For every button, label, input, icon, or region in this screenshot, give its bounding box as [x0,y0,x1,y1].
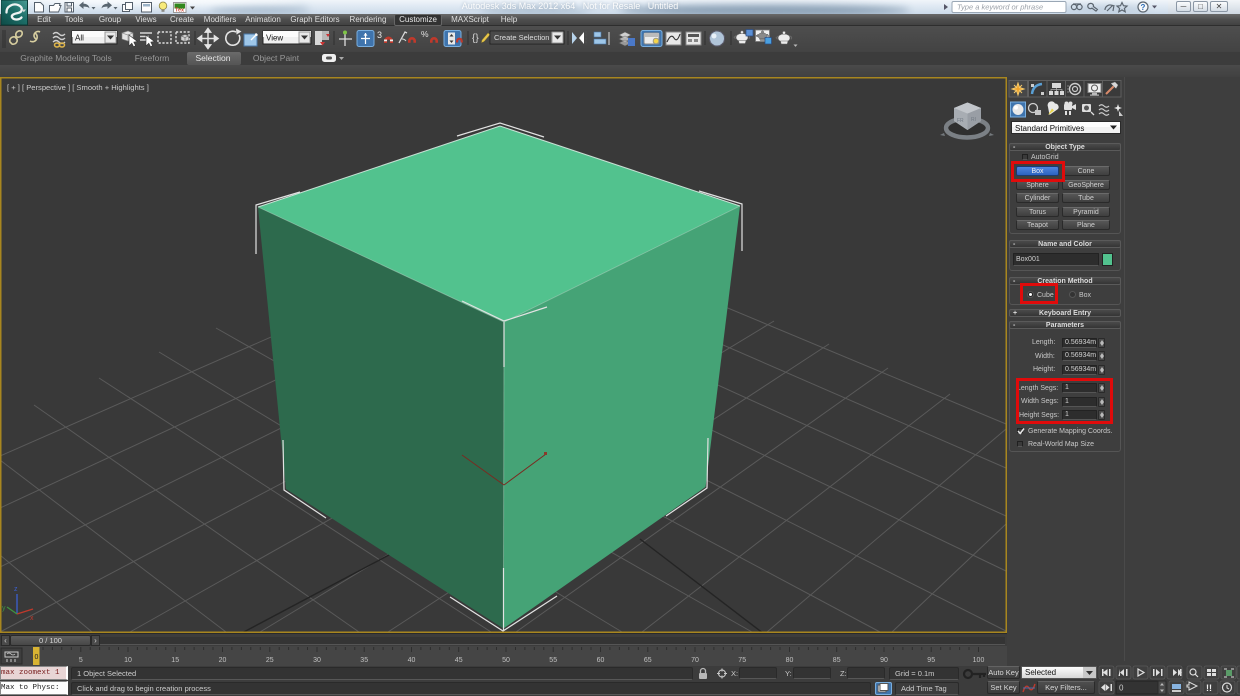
svg-text:30: 30 [313,657,321,664]
svg-text:y: y [2,605,6,612]
svg-text:?: ? [1141,3,1146,12]
svg-text:x: x [30,615,34,622]
svg-text:85: 85 [833,657,841,664]
svg-text:100: 100 [973,657,985,664]
svg-text:65: 65 [644,657,652,664]
svg-text:40: 40 [408,657,416,664]
svg-text:Tex: Tex [175,8,185,14]
svg-text:!!: !! [1206,683,1212,693]
svg-text:0: 0 [1119,684,1124,693]
svg-text:50: 50 [502,657,510,664]
svg-text:Standard Primitives: Standard Primitives [1015,124,1084,133]
svg-text:90: 90 [880,657,888,664]
svg-text:20: 20 [219,657,227,664]
svg-text:95: 95 [927,657,935,664]
svg-text:5: 5 [79,657,83,664]
svg-text:70: 70 [691,657,699,664]
svg-text:%: % [421,29,429,39]
svg-text:10: 10 [124,657,132,664]
svg-text:35: 35 [360,657,368,664]
svg-text:RI: RI [971,117,976,123]
svg-text:80: 80 [786,657,794,664]
svg-text:FR: FR [957,118,964,124]
svg-text:60: 60 [597,657,605,664]
svg-text:Type a keyword or phrase: Type a keyword or phrase [957,3,1043,12]
svg-text:[ + ] [ Perspective ] [ Smooth: [ + ] [ Perspective ] [ Smooth + Highlig… [7,83,149,92]
svg-text:View: View [266,34,283,43]
svg-text:z: z [14,586,18,593]
svg-text:15: 15 [171,657,179,664]
svg-text:0: 0 [35,654,39,661]
svg-text:25: 25 [266,657,274,664]
svg-text:75: 75 [738,657,746,664]
svg-text:Create Selection Se: Create Selection Se [494,33,561,42]
svg-text:55: 55 [549,657,557,664]
svg-text:3: 3 [377,30,382,40]
svg-text:All: All [75,34,84,43]
svg-text:{}: {} [472,33,479,44]
svg-text:45: 45 [455,657,463,664]
